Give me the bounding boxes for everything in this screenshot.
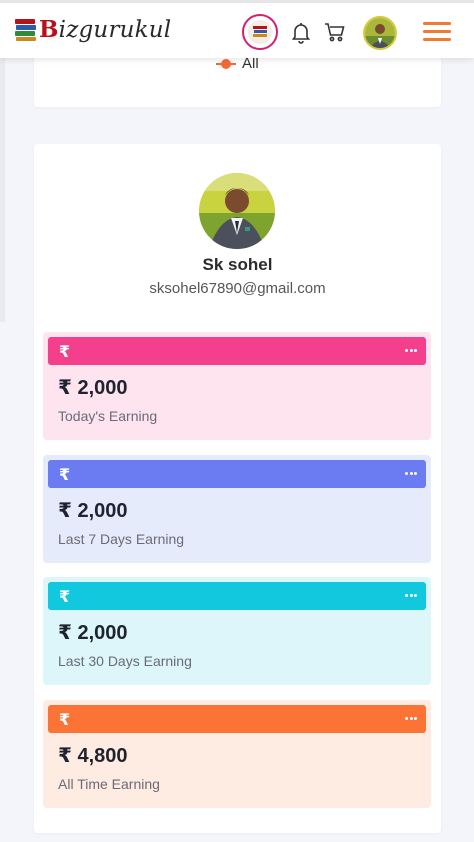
earning-label: Today's Earning <box>58 408 158 424</box>
profile-email: sksohel67890@gmail.com <box>149 280 326 297</box>
menu-line <box>423 30 451 33</box>
badge-inner <box>248 20 272 44</box>
avatar[interactable] <box>363 16 397 50</box>
rupee-icon: ₹ <box>59 344 71 361</box>
rupee-icon: ₹ <box>59 712 71 729</box>
legend-marker-icon <box>216 58 236 69</box>
menu-line <box>423 22 451 25</box>
earning-card-header: ₹ <box>48 337 426 365</box>
cart-icon[interactable] <box>323 20 347 44</box>
more-options-icon[interactable] <box>405 594 417 598</box>
earning-amount: ₹ 4,800 <box>58 745 128 767</box>
earning-card-7-days[interactable]: ₹ ₹ 2,000 Last 7 Days Earning <box>43 455 431 563</box>
brand-logo[interactable]: Bizgurukul <box>14 13 171 45</box>
more-options-icon[interactable] <box>405 349 417 353</box>
menu-line <box>423 38 451 41</box>
profile-card: Sk sohel sksohel67890@gmail.com ₹ ₹ 2,00… <box>34 144 441 833</box>
earning-label: All Time Earning <box>58 776 160 792</box>
earning-amount: ₹ 2,000 <box>58 377 128 399</box>
bell-icon[interactable] <box>289 20 313 44</box>
profile-name: Sk sohel <box>202 255 273 274</box>
brand-rest: izgurukul <box>58 16 172 43</box>
more-options-icon[interactable] <box>405 717 417 721</box>
more-options-icon[interactable] <box>405 472 417 476</box>
side-drawer-edge <box>0 58 5 322</box>
rupee-icon: ₹ <box>59 467 71 484</box>
brand-badge-icon[interactable] <box>242 14 278 50</box>
earning-label: Last 30 Days Earning <box>58 653 192 669</box>
earning-card-header: ₹ <box>48 460 426 488</box>
top-border <box>0 0 474 3</box>
profile-avatar <box>199 173 275 249</box>
top-navbar: Bizgurukul <box>0 0 474 58</box>
earning-amount: ₹ 2,000 <box>58 622 128 644</box>
rupee-icon: ₹ <box>59 589 71 606</box>
earning-card-today[interactable]: ₹ ₹ 2,000 Today's Earning <box>43 332 431 440</box>
brand-initial: B <box>39 15 59 43</box>
earning-card-all-time[interactable]: ₹ ₹ 4,800 All Time Earning <box>43 700 431 808</box>
menu-icon[interactable] <box>423 22 451 42</box>
earning-card-header: ₹ <box>48 705 426 733</box>
earning-card-30-days[interactable]: ₹ ₹ 2,000 Last 30 Days Earning <box>43 577 431 685</box>
earning-card-header: ₹ <box>48 582 426 610</box>
books-icon <box>14 16 38 42</box>
brand-name: Bizgurukul <box>39 16 171 43</box>
earning-label: Last 7 Days Earning <box>58 531 185 547</box>
earning-amount: ₹ 2,000 <box>58 500 128 522</box>
